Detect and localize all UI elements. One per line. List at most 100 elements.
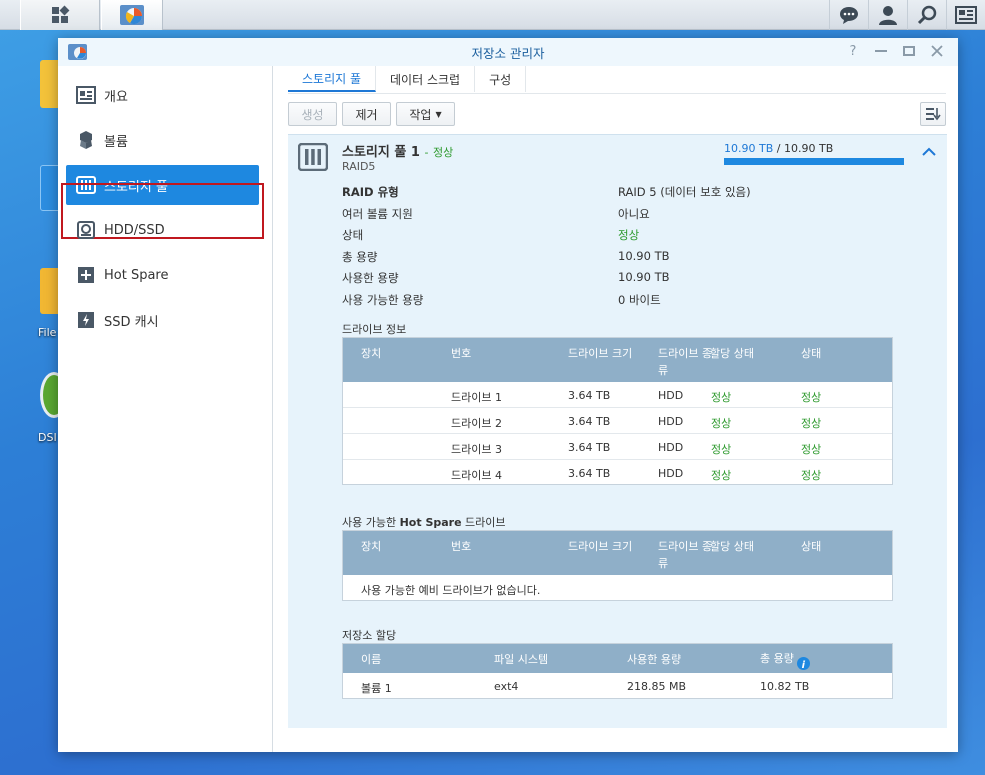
taskbar-storage-manager[interactable] xyxy=(101,0,163,30)
col-status[interactable]: 상태 xyxy=(801,345,821,362)
sidebar-item-label: HDD/SSD xyxy=(104,222,165,238)
help-icon[interactable]: ? xyxy=(844,42,862,60)
col-allocation[interactable]: 할당 상태 xyxy=(710,538,754,555)
app-icon xyxy=(68,44,87,60)
sidebar-item-hdd-ssd[interactable]: HDD/SSD xyxy=(66,210,259,250)
user-icon[interactable] xyxy=(868,0,907,30)
grid-menu-icon xyxy=(52,5,70,23)
col-type-line2: 류 xyxy=(658,364,669,377)
table-row[interactable]: 볼륨 1 ext4 218.85 MB 10.82 TB xyxy=(343,673,892,699)
volume-icon xyxy=(76,130,96,150)
col-status[interactable]: 상태 xyxy=(801,538,821,555)
drive-type: HDD xyxy=(658,441,684,454)
col-total[interactable]: 총 용량 i xyxy=(760,650,810,671)
allocation-table-header: 이름 파일 시스템 사용한 용량 총 용량 i xyxy=(343,644,892,673)
table-row[interactable]: 드라이브 3 3.64 TB HDD 정상 정상 xyxy=(343,434,892,460)
col-used[interactable]: 사용한 용량 xyxy=(627,651,681,668)
col-size[interactable]: 드라이브 크기 xyxy=(568,538,632,555)
capacity-text: 10.90 TB / 10.90 TB xyxy=(724,142,833,155)
drive-status: 정상 xyxy=(801,391,822,404)
widgets-icon[interactable] xyxy=(946,0,985,30)
col-name[interactable]: 이름 xyxy=(361,651,381,668)
tab-data-scrub[interactable]: 데이터 스크럽 xyxy=(376,66,476,92)
col-type-line2: 류 xyxy=(658,557,669,570)
ssd-cache-icon xyxy=(76,310,96,330)
alloc-total: 10.82 TB xyxy=(760,680,810,693)
sidebar-item-overview[interactable]: 개요 xyxy=(66,75,259,115)
prop-value-raid-type: RAID 5 (데이터 보호 있음) xyxy=(618,185,751,199)
info-icon[interactable]: i xyxy=(796,657,810,671)
drive-type: HDD xyxy=(658,389,684,402)
close-icon[interactable] xyxy=(928,42,946,60)
drive-type: HDD xyxy=(658,415,684,428)
col-type[interactable]: 드라이브 종류 xyxy=(658,538,712,572)
action-dropdown-button[interactable]: 작업 ▼ xyxy=(396,102,455,126)
used-capacity: 10.90 TB xyxy=(724,142,774,155)
search-icon[interactable] xyxy=(907,0,946,30)
hot-spare-title-suffix: 드라이브 xyxy=(461,516,506,529)
sidebar-item-label: Hot Spare xyxy=(104,267,169,283)
remove-button[interactable]: 제거 xyxy=(342,102,391,126)
prop-value-total-capacity: 10.90 TB xyxy=(618,249,670,263)
col-type-line1: 드라이브 종 xyxy=(658,540,713,553)
action-label: 작업 xyxy=(409,107,432,122)
pool-name: 스토리지 풀 1 xyxy=(342,145,420,160)
sidebar: 개요 볼륨 스토리지 풀 HDD/SSD Hot Spare SSD 캐시 xyxy=(58,66,273,752)
taskbar xyxy=(0,0,985,30)
drive-size: 3.64 TB xyxy=(568,415,611,428)
col-size[interactable]: 드라이브 크기 xyxy=(568,345,632,362)
sidebar-item-hot-spare[interactable]: Hot Spare xyxy=(66,255,259,295)
caret-down-icon: ▼ xyxy=(435,109,442,119)
create-button[interactable]: 생성 xyxy=(288,102,337,126)
hot-spare-table: 장치 번호 드라이브 크기 드라이브 종류 할당 상태 상태 사용 가능한 예비… xyxy=(342,530,893,601)
drive-status: 정상 xyxy=(801,417,822,430)
sidebar-item-ssd-cache[interactable]: SSD 캐시 xyxy=(66,300,259,340)
col-device[interactable]: 장치 xyxy=(361,538,381,555)
prop-value-multi-volume: 아니요 xyxy=(618,207,650,221)
drive-info-title: 드라이브 정보 xyxy=(342,323,407,336)
col-type[interactable]: 드라이브 종류 xyxy=(658,345,712,379)
capacity-bar xyxy=(724,158,904,165)
drive-alloc: 정상 xyxy=(711,443,732,456)
tab-storage-pool[interactable]: 스토리지 풀 xyxy=(288,66,377,92)
hot-spare-table-header: 장치 번호 드라이브 크기 드라이브 종류 할당 상태 상태 xyxy=(343,531,892,575)
drive-number: 드라이브 3 xyxy=(451,443,502,456)
prop-label-used-capacity: 사용한 용량 xyxy=(342,271,399,285)
collapse-chevron-icon[interactable] xyxy=(922,145,936,161)
toolbar: 생성 제거 작업 ▼ xyxy=(288,102,946,126)
drive-number: 드라이브 2 xyxy=(451,417,502,430)
hot-spare-icon xyxy=(76,265,96,285)
col-type-line1: 드라이브 종 xyxy=(658,347,713,360)
storage-pool-icon xyxy=(298,143,328,171)
col-device[interactable]: 장치 xyxy=(361,345,381,362)
prop-value-available-capacity: 0 바이트 xyxy=(618,293,661,307)
col-total-label: 총 용량 xyxy=(760,652,794,665)
minimize-icon[interactable] xyxy=(872,42,890,60)
pool-title: 스토리지 풀 1 - 정상 xyxy=(342,141,453,160)
table-row[interactable]: 드라이브 2 3.64 TB HDD 정상 정상 xyxy=(343,408,892,434)
drive-size: 3.64 TB xyxy=(568,389,611,402)
main-menu-button[interactable] xyxy=(20,0,100,30)
col-number[interactable]: 번호 xyxy=(451,345,471,362)
allocation-table: 이름 파일 시스템 사용한 용량 총 용량 i 볼륨 1 ext4 218.85 … xyxy=(342,643,893,699)
hot-spare-title: 사용 가능한 Hot Spare 드라이브 xyxy=(342,514,506,530)
allocation-title: 저장소 할당 xyxy=(342,629,397,642)
table-row[interactable]: 드라이브 4 3.64 TB HDD 정상 정상 xyxy=(343,460,892,486)
table-row[interactable]: 드라이브 1 3.64 TB HDD 정상 정상 xyxy=(343,382,892,408)
col-allocation[interactable]: 할당 상태 xyxy=(710,345,754,362)
desktop-label: DSI xyxy=(38,431,57,444)
col-filesystem[interactable]: 파일 시스템 xyxy=(494,651,548,668)
sidebar-item-volume[interactable]: 볼륨 xyxy=(66,120,259,160)
chat-icon[interactable] xyxy=(829,0,868,30)
sort-button[interactable] xyxy=(920,102,946,126)
sort-icon xyxy=(926,108,941,121)
drive-table-header: 장치 번호 드라이브 크기 드라이브 종류 할당 상태 상태 xyxy=(343,338,892,382)
titlebar[interactable]: 저장소 관리자 ? xyxy=(58,38,958,66)
maximize-icon[interactable] xyxy=(900,42,918,60)
col-number[interactable]: 번호 xyxy=(451,538,471,555)
storage-pool-panel: 스토리지 풀 1 - 정상 RAID5 10.90 TB / 10.90 TB … xyxy=(288,134,947,728)
drive-alloc: 정상 xyxy=(711,391,732,404)
alloc-used: 218.85 MB xyxy=(627,680,687,693)
pool-status-separator: - xyxy=(424,146,429,159)
tab-config[interactable]: 구성 xyxy=(475,66,527,92)
